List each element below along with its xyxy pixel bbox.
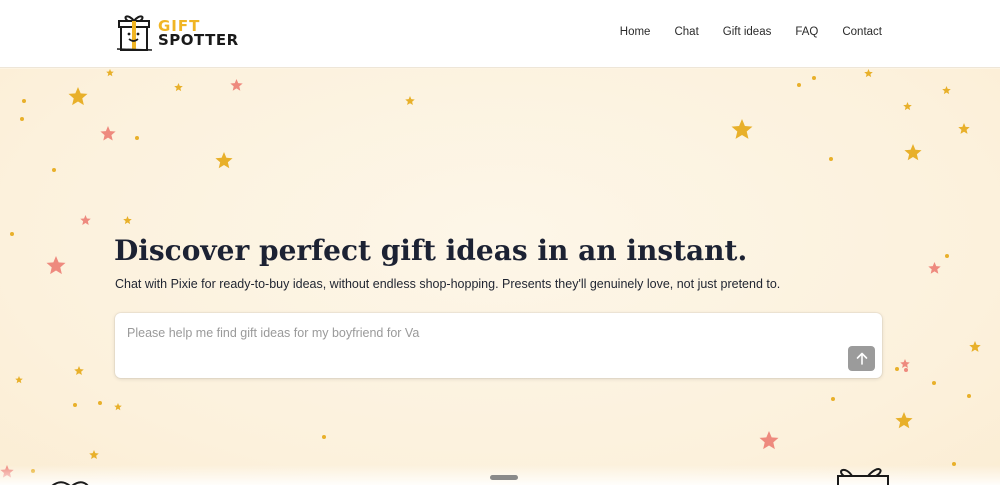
star-icon (15, 376, 23, 384)
dot-decoration (904, 368, 908, 372)
hero-section: Discover perfect gift ideas in an instan… (0, 69, 1000, 485)
dot-decoration (20, 117, 24, 121)
hero-subline: Chat with Pixie for ready-to-buy ideas, … (115, 277, 781, 291)
gift-box-mascot-icon (116, 13, 156, 53)
dot-decoration (895, 367, 899, 371)
star-icon (74, 366, 84, 376)
star-icon (89, 450, 99, 460)
star-icon (174, 83, 183, 92)
scroll-handle[interactable] (490, 475, 518, 480)
dot-decoration (135, 136, 139, 140)
star-icon (942, 86, 951, 95)
star-icon (114, 403, 122, 411)
dot-decoration (322, 435, 326, 439)
star-icon (864, 69, 873, 78)
chat-input-card (115, 313, 882, 378)
star-icon (123, 216, 132, 225)
star-icon (230, 79, 243, 91)
dot-decoration (945, 254, 949, 258)
star-icon (215, 152, 233, 169)
star-icon (895, 412, 913, 429)
nav-link-home[interactable]: Home (620, 26, 651, 38)
dot-decoration (831, 397, 835, 401)
send-button[interactable] (848, 346, 875, 371)
dot-decoration (10, 232, 14, 236)
star-icon (68, 87, 88, 106)
star-icon (80, 215, 91, 225)
gift-doodle-icon (837, 468, 889, 485)
star-icon (759, 431, 779, 450)
star-icon (106, 69, 114, 77)
dot-decoration (829, 157, 833, 161)
star-icon (405, 96, 415, 106)
dot-decoration (812, 76, 816, 80)
nav-link-faq[interactable]: FAQ (795, 26, 818, 38)
star-icon (46, 256, 66, 275)
chat-input[interactable] (127, 323, 827, 343)
dot-decoration (98, 401, 102, 405)
arrow-up-icon (856, 352, 867, 365)
brand-name-bottom: SPOTTER (158, 31, 239, 49)
site-header: GIFT SPOTTER Home Chat Gift ideas FAQ Co… (0, 0, 1000, 68)
dot-decoration (22, 99, 26, 103)
dot-decoration (967, 394, 971, 398)
nav-link-chat[interactable]: Chat (674, 26, 698, 38)
star-icon (904, 144, 922, 161)
brand-logo[interactable]: GIFT SPOTTER (116, 12, 241, 54)
main-nav: Home Chat Gift ideas FAQ Contact (620, 26, 882, 38)
star-icon (100, 126, 116, 141)
dot-decoration (73, 403, 77, 407)
star-icon (903, 102, 912, 111)
star-icon (731, 119, 753, 139)
dot-decoration (52, 168, 56, 172)
star-icon (928, 262, 941, 274)
star-icon (958, 123, 970, 134)
nav-link-gift-ideas[interactable]: Gift ideas (723, 26, 772, 38)
star-icon (969, 341, 981, 352)
dot-decoration (932, 381, 936, 385)
doodle-fragment-icon (51, 481, 89, 485)
dot-decoration (797, 83, 801, 87)
nav-link-contact[interactable]: Contact (842, 26, 882, 38)
hero-headline: Discover perfect gift ideas in an instan… (114, 234, 748, 267)
